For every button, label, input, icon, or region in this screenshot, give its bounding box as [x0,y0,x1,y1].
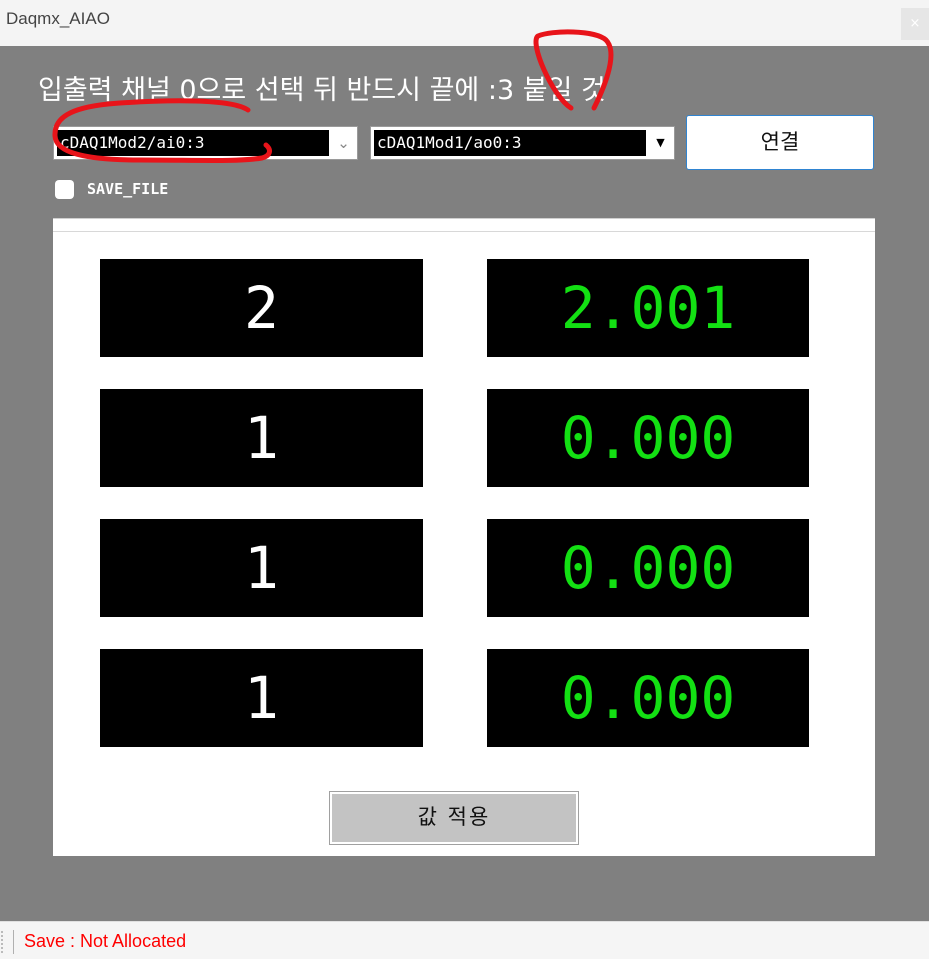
status-bar: Save : Not Allocated [0,921,929,959]
input-value-display-1: 2 [100,259,423,357]
main-window-area: 입출력 채널 0으로 선택 뒤 반드시 끝에 :3 붙일 것 cDAQ1Mod2… [0,46,929,921]
input-value-display-4: 1 [100,649,423,747]
output-value-display-3: 0.000 [487,519,809,617]
connect-button[interactable]: 연결 [686,115,874,170]
status-separator [13,930,14,954]
output-value-display-1: 2.001 [487,259,809,357]
output-channel-value[interactable]: cDAQ1Mod1/ao0:3 [374,130,646,156]
apply-values-button[interactable]: 값 적용 [329,791,579,845]
grip-icon [1,931,9,953]
input-value-display-2: 1 [100,389,423,487]
input-channel-value[interactable]: cDAQ1Mod2/ai0:3 [57,130,329,156]
input-channel-select[interactable]: cDAQ1Mod2/ai0:3 ⌄ [53,126,358,160]
output-value-display-2: 0.000 [487,389,809,487]
save-file-checkbox[interactable] [55,180,74,199]
instruction-heading: 입출력 채널 0으로 선택 뒤 반드시 끝에 :3 붙일 것 [38,75,606,106]
output-value-display-4: 0.000 [487,649,809,747]
dropdown-triangle-icon[interactable]: ▼ [647,127,674,159]
window-title: Daqmx_AIAO [6,9,110,28]
panel-divider [53,231,875,232]
chevron-down-icon[interactable]: ⌄ [330,127,357,159]
save-status-text: Save : Not Allocated [24,931,187,951]
output-channel-select[interactable]: cDAQ1Mod1/ao0:3 ▼ [370,126,675,160]
title-bar: Daqmx_AIAO × [0,0,929,46]
values-panel: 2 2.001 1 0.000 1 0.000 1 0.000 값 적용 [53,218,875,856]
close-icon: × [909,16,921,31]
save-file-label: SAVE_FILE [87,180,169,198]
close-button[interactable]: × [901,8,929,40]
input-value-display-3: 1 [100,519,423,617]
